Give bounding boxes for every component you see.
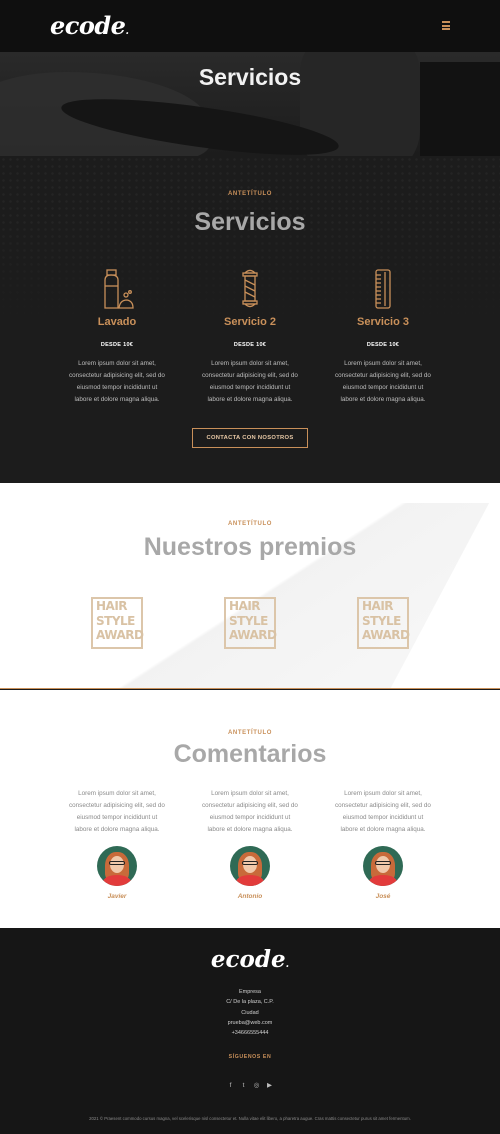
testimonial-text: Lorem ipsum dolor sit amet, consectetur a…: [335, 790, 431, 833]
services-section: ANTETÍTULO Servicios Lavado DESDE 10€ Lo…: [0, 156, 500, 483]
follow-us-label: SÍGUENOS EN: [228, 1054, 272, 1060]
logo-dot: .: [125, 26, 129, 37]
hamburger-icon[interactable]: [442, 21, 450, 30]
service-price: DESDE 10€: [100, 342, 134, 348]
hero-banner: Servicios: [0, 52, 500, 156]
comments-eyebrow: ANTETÍTULO: [228, 730, 272, 736]
footer-city: Ciudad: [241, 1009, 259, 1016]
award-badge: HAIR STYLE AWARD: [91, 597, 144, 649]
service-card: Servicio 3 DESDE 10€ Lorem ipsum dolor s…: [313, 268, 453, 406]
comments-title: Comentarios: [173, 740, 327, 768]
avatar: [230, 846, 270, 886]
award-badge: HAIR STYLE AWARD: [357, 597, 410, 649]
footer-phone[interactable]: +34666555444: [0, 1028, 500, 1038]
footer-email[interactable]: prueba@web.com: [0, 1018, 500, 1028]
footer-address: C/ De la plaza, C.P.: [226, 999, 274, 1006]
footer-logo[interactable]: ecode.: [0, 946, 500, 973]
site-footer: ecode. Empresa C/ De la plaza, C.P. Ciud…: [0, 928, 500, 1134]
service-name: Lavado: [97, 316, 137, 328]
testimonial-card: Lorem ipsum dolor sit amet, consectetur a…: [47, 788, 187, 900]
contact-button[interactable]: CONTACTA CON NOSOTROS: [192, 428, 308, 448]
testimonial-card: Lorem ipsum dolor sit amet, consectetur a…: [180, 788, 320, 900]
service-price: DESDE 10€: [366, 342, 400, 348]
avatar: [97, 846, 137, 886]
award-badge: HAIR STYLE AWARD: [224, 597, 277, 649]
services-eyebrow: ANTETÍTULO: [228, 191, 272, 197]
footer-contact-info: Empresa C/ De la plaza, C.P. Ciudad prue…: [0, 987, 500, 1038]
barber-pole-icon: [242, 269, 258, 308]
comments-section: ANTETÍTULO Comentarios Lorem ipsum dolor…: [0, 690, 500, 928]
testimonial-author: Antonio: [237, 893, 263, 900]
service-description: Lorem ipsum dolor sit amet, consectetur a…: [69, 360, 165, 403]
testimonial-card: Lorem ipsum dolor sit amet, consectetur a…: [313, 788, 453, 900]
instagram-icon[interactable]: ◎: [252, 1081, 262, 1091]
testimonial-text: Lorem ipsum dolor sit amet, consectetur a…: [69, 790, 165, 833]
social-links: f t ◎ ▶: [224, 1074, 276, 1089]
service-price: DESDE 10€: [233, 342, 267, 348]
awards-title: Nuestros premios: [143, 533, 357, 561]
service-name: Servicio 3: [357, 316, 409, 328]
service-name: Servicio 2: [224, 316, 276, 328]
awards-eyebrow: ANTETÍTULO: [228, 521, 272, 527]
youtube-icon[interactable]: ▶: [265, 1081, 275, 1091]
awards-section: ANTETÍTULO Nuestros premios HAIR STYLE AWA…: [0, 483, 500, 689]
avatar: [363, 846, 403, 886]
logo-text: ecode: [50, 11, 126, 40]
logo[interactable]: ecode.: [50, 11, 129, 40]
testimonial-author: José: [375, 893, 391, 900]
testimonial-text: Lorem ipsum dolor sit amet, consectetur a…: [202, 790, 298, 833]
service-description: Lorem ipsum dolor sit amet, consectetur a…: [335, 360, 431, 403]
services-title: Servicios: [194, 208, 306, 236]
testimonial-author: Javier: [107, 893, 127, 900]
shampoo-bottle-icon: [104, 269, 134, 309]
facebook-icon[interactable]: f: [226, 1081, 236, 1091]
page-title: Servicios: [198, 64, 302, 90]
service-card: Lavado DESDE 10€ Lorem ipsum dolor sit a…: [47, 268, 187, 406]
site-header: ecode.: [0, 0, 500, 52]
comb-icon: [375, 269, 391, 309]
footer-company: Empresa: [238, 989, 261, 995]
copyright-text: 2021 © Praesent commodo cursus magna, ve…: [89, 1116, 411, 1121]
service-card: Servicio 2 DESDE 10€ Lorem ipsum dolor s…: [180, 268, 320, 406]
twitter-icon[interactable]: t: [239, 1081, 249, 1091]
service-description: Lorem ipsum dolor sit amet, consectetur a…: [202, 360, 298, 403]
